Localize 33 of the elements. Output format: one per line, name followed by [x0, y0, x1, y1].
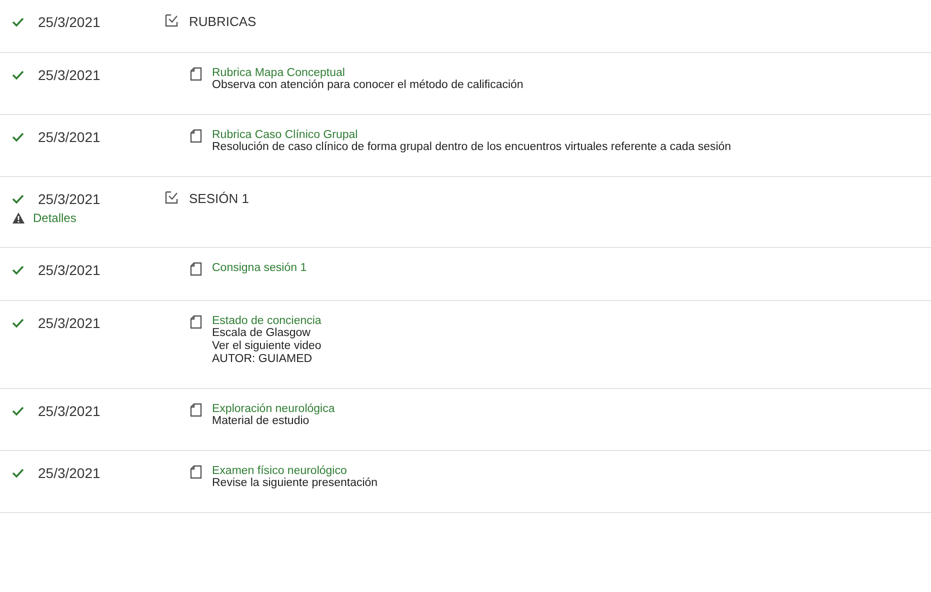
- date-text: 25/3/2021: [38, 129, 100, 145]
- item-description: Observa con atención para conocer el método de calificación: [212, 79, 524, 92]
- item-description: Ver el siguiente video: [212, 340, 322, 353]
- document-icon: [190, 262, 202, 276]
- document-icon: [190, 67, 202, 81]
- date-text: 25/3/2021: [38, 403, 100, 419]
- details-link[interactable]: Detalles: [12, 211, 165, 225]
- date-text: 25/3/2021: [38, 315, 100, 331]
- item-link[interactable]: Examen físico neurológico: [212, 465, 378, 477]
- item-description: AUTOR: GUIAMED: [212, 353, 314, 366]
- document-icon: [190, 129, 202, 143]
- document-icon: [190, 403, 202, 417]
- date-text: 25/3/2021: [38, 14, 100, 30]
- item-description: Escala de Glasgow: [212, 327, 312, 340]
- item-link[interactable]: Consigna sesión 1: [212, 262, 307, 274]
- date-text: 25/3/2021: [38, 262, 100, 278]
- item-link[interactable]: Exploración neurológica: [212, 403, 335, 415]
- checklist-icon: [165, 14, 179, 27]
- section-title: SESIÓN 1: [189, 191, 249, 206]
- item-description: Resolución de caso clínico de forma grupal dentro de los encuentros virtuales referente a cada sesión: [212, 141, 732, 154]
- document-icon: [190, 315, 202, 329]
- date-text: 25/3/2021: [38, 465, 100, 481]
- item-description: Revise la siguiente presentación: [212, 477, 378, 490]
- checklist-icon: [165, 191, 179, 204]
- warning-icon: [12, 212, 25, 224]
- document-icon: [190, 465, 202, 479]
- item-link[interactable]: Rubrica Mapa Conceptual: [212, 67, 524, 79]
- item-link[interactable]: Rubrica Caso Clínico Grupal: [212, 129, 732, 141]
- section-title: RUBRICAS: [189, 14, 256, 29]
- date-text: 25/3/2021: [38, 191, 100, 207]
- item-description: Material de estudio: [212, 415, 310, 428]
- date-text: 25/3/2021: [38, 67, 100, 83]
- item-link[interactable]: Estado de conciencia: [212, 315, 322, 327]
